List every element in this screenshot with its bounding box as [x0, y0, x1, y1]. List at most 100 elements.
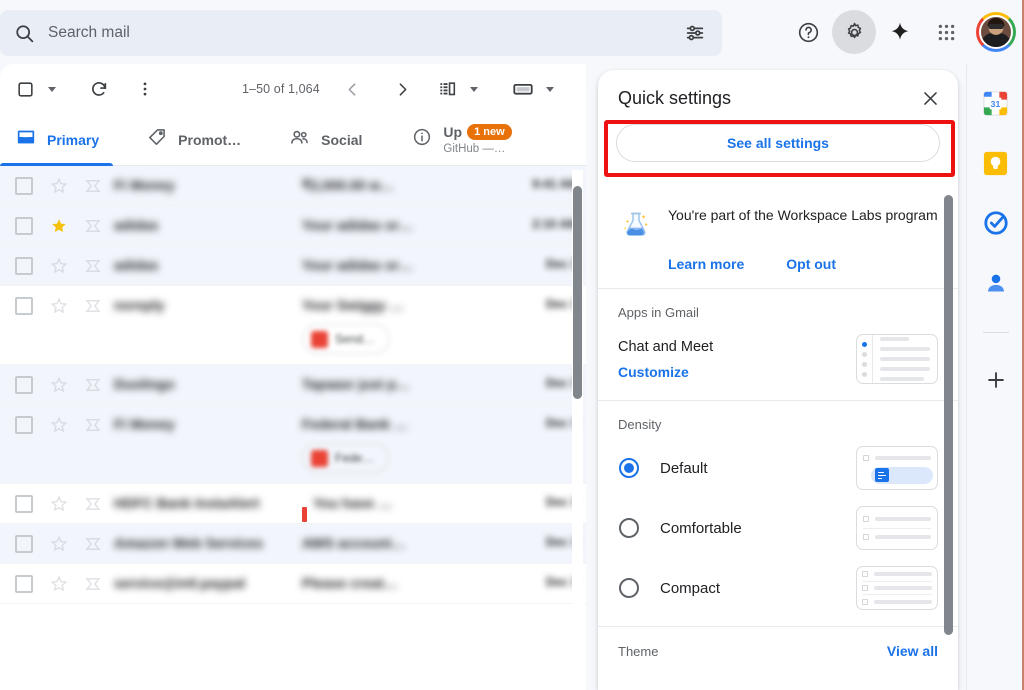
add-addon-icon[interactable]	[981, 365, 1011, 395]
star-icon[interactable]	[50, 416, 68, 434]
search-input[interactable]	[48, 11, 668, 55]
quick-settings-scrollbar[interactable]	[943, 195, 954, 690]
gear-icon[interactable]	[832, 10, 876, 54]
tab-updates[interactable]: Up 1 new GitHub —…	[396, 114, 512, 165]
table-row[interactable]: Amazon Web Services AWS account… Dec 3	[0, 524, 586, 564]
search-icon[interactable]	[0, 10, 48, 56]
customize-link[interactable]: Customize	[618, 364, 713, 380]
row-checkbox[interactable]	[15, 535, 33, 553]
keyboard-chevron-down-icon[interactable]	[540, 72, 560, 106]
close-icon[interactable]	[912, 80, 948, 116]
radio-default[interactable]	[619, 458, 639, 478]
avatar[interactable]	[974, 10, 1018, 54]
importance-icon[interactable]	[84, 177, 102, 195]
row-checkbox[interactable]	[15, 575, 33, 593]
density-option-comfortable[interactable]: Comfortable	[618, 506, 938, 550]
star-icon[interactable]	[50, 297, 68, 315]
chat-and-meet-label: Chat and Meet	[618, 338, 714, 355]
email-sender: noreply	[114, 297, 165, 313]
input-tools-icon[interactable]	[430, 72, 464, 106]
row-checkbox[interactable]	[15, 257, 33, 275]
inbox-category-tabs: Primary Promot… Social Up 1 new GitHub —…	[0, 114, 586, 166]
star-icon[interactable]	[50, 535, 68, 553]
row-checkbox[interactable]	[15, 217, 33, 235]
opt-out-link[interactable]: Opt out	[786, 256, 836, 272]
tune-filter-icon[interactable]	[668, 10, 722, 56]
attachment-chip[interactable]: Send…	[302, 324, 391, 354]
radio-compact[interactable]	[619, 578, 639, 598]
importance-icon[interactable]	[84, 575, 102, 593]
row-checkbox[interactable]	[15, 495, 33, 513]
chevron-right-icon[interactable]	[386, 72, 420, 106]
email-list: Fi Money ₹2,000.00 w… 9:41 AM adidas You…	[0, 166, 586, 638]
learn-more-link[interactable]: Learn more	[668, 256, 744, 272]
star-icon[interactable]	[50, 257, 68, 275]
table-row[interactable]: Duolingo Tapaasr just p… Dec 3	[0, 365, 586, 405]
table-row[interactable]: Fi Money Federal Bank … Fede… Dec 3	[0, 405, 586, 484]
email-list-scroll-thumb[interactable]	[573, 186, 582, 399]
sparkle-icon[interactable]	[878, 10, 922, 54]
importance-icon[interactable]	[84, 376, 102, 394]
search-bar[interactable]	[0, 10, 722, 56]
importance-icon[interactable]	[84, 535, 102, 553]
importance-icon[interactable]	[84, 257, 102, 275]
importance-icon[interactable]	[84, 217, 102, 235]
google-calendar-icon[interactable]: 31	[981, 88, 1011, 118]
table-row[interactable]: Fi Money ₹2,000.00 w… 9:41 AM	[0, 166, 586, 206]
theme-view-all-link[interactable]: View all	[887, 643, 938, 659]
workspace-labs-text: You're part of the Workspace Labs progra…	[668, 207, 938, 223]
google-tasks-icon[interactable]	[981, 208, 1011, 238]
select-all-checkbox[interactable]	[8, 72, 42, 106]
importance-icon[interactable]	[84, 416, 102, 434]
chevron-left-icon[interactable]	[336, 72, 370, 106]
density-option-default[interactable]: Default	[618, 446, 938, 490]
chat-layout-thumbnail	[856, 334, 938, 384]
table-row[interactable]: noreply Your Swiggy … Send… Dec 3	[0, 286, 586, 365]
side-panel-rail: 31	[966, 64, 1024, 690]
email-date: 9:41 AM	[532, 177, 578, 191]
keyboard-icon[interactable]	[506, 72, 540, 106]
pagination-range: 1–50 of 1,064	[242, 82, 320, 96]
importance-icon[interactable]	[84, 297, 102, 315]
email-subject: Tapaasr just p…	[302, 376, 410, 392]
row-checkbox[interactable]	[15, 416, 33, 434]
row-checkbox[interactable]	[15, 177, 33, 195]
table-row[interactable]: HDFC Bank InstaAlert You have … Dec 3	[0, 484, 586, 524]
tab-promotions[interactable]: Promot…	[131, 114, 255, 165]
table-row[interactable]: adidas Your adidas or… Dec 3	[0, 246, 586, 286]
density-label: Compact	[660, 579, 721, 597]
importance-icon[interactable]	[84, 495, 102, 513]
google-contacts-icon[interactable]	[981, 268, 1011, 298]
attachment-chip[interactable]: Fede…	[302, 443, 390, 473]
email-subject: You have …	[313, 495, 393, 511]
table-row[interactable]: service@intl.paypal Please creat… Dec 3	[0, 564, 586, 604]
google-keep-icon[interactable]	[981, 148, 1011, 178]
quick-settings-scroll-thumb[interactable]	[944, 195, 953, 635]
row-checkbox[interactable]	[15, 297, 33, 315]
section-title: Theme	[618, 643, 659, 659]
email-sender: HDFC Bank InstaAlert	[114, 495, 260, 511]
table-row[interactable]: adidas Your adidas or… 2:10 AM	[0, 206, 586, 246]
star-icon[interactable]	[50, 376, 68, 394]
see-all-settings-button[interactable]: See all settings	[616, 124, 940, 162]
radio-comfortable[interactable]	[619, 518, 639, 538]
email-subject: Your Swiggy …	[302, 297, 404, 313]
apps-grid-icon[interactable]	[924, 10, 968, 54]
select-all-chevron-down-icon[interactable]	[42, 72, 62, 106]
density-option-compact[interactable]: Compact	[618, 566, 938, 610]
input-tools-chevron-down-icon[interactable]	[464, 72, 484, 106]
star-icon[interactable]	[50, 177, 68, 195]
tab-primary[interactable]: Primary	[0, 114, 114, 166]
row-checkbox[interactable]	[15, 376, 33, 394]
pagination: 1–50 of 1,064	[242, 64, 420, 114]
tab-social[interactable]: Social	[273, 114, 376, 165]
star-icon[interactable]	[50, 495, 68, 513]
star-icon[interactable]	[50, 575, 68, 593]
svg-text:31: 31	[991, 98, 1001, 108]
refresh-icon[interactable]	[82, 72, 116, 106]
help-icon[interactable]	[786, 10, 830, 54]
email-list-scrollbar[interactable]	[572, 170, 583, 632]
star-icon[interactable]	[50, 217, 68, 235]
more-vertical-icon[interactable]	[128, 72, 162, 106]
apps-in-gmail-section: Apps in Gmail Chat and Meet Customize	[598, 289, 958, 401]
